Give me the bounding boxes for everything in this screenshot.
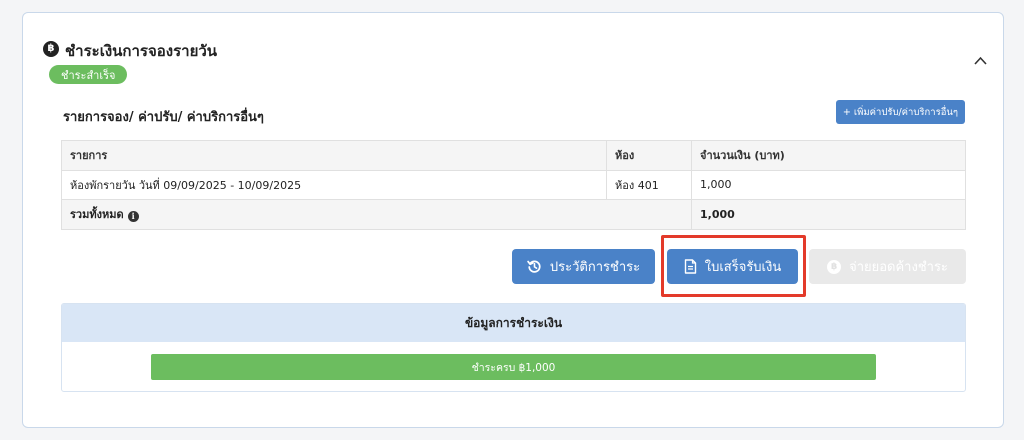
fees-section-title: รายการจอง/ ค่าปรับ/ ค่าบริการอื่นๆ <box>63 110 264 125</box>
table-row: ห้องพักรายวัน วันที่ 09/09/2025 - 10/09/… <box>61 169 966 200</box>
column-header-amount: จำนวนเงิน (บาท) <box>691 140 966 171</box>
receipt-button[interactable]: ใบเสร็จรับเงิน <box>667 249 798 284</box>
collapse-chevron-up-icon[interactable] <box>971 51 989 69</box>
column-header-room: ห้อง <box>606 140 692 171</box>
baht-coin-icon: ฿ <box>43 41 59 57</box>
total-amount: 1,000 <box>691 199 966 230</box>
payment-info-panel: ข้อมูลการชำระเงิน ชำระครบ ฿1,000 <box>61 303 966 392</box>
status-badge: ชำระสำเร็จ <box>49 65 128 84</box>
document-icon <box>684 259 696 274</box>
baht-coin-icon: ฿ <box>827 259 842 274</box>
receipt-label: ใบเสร็จรับเงิน <box>704 260 782 275</box>
row-item: ห้องพักรายวัน วันที่ 09/09/2025 - 10/09/… <box>61 169 607 200</box>
total-label-cell: รวมทั้งหมด i <box>61 199 692 230</box>
total-label: รวมทั้งหมด <box>70 208 124 222</box>
payment-card: ฿ ชำระเงินการจองรายวัน ชำระสำเร็จ รายการ… <box>22 12 1004 428</box>
payment-history-button[interactable]: ประวัติการชำระ <box>512 249 655 284</box>
payment-history-label: ประวัติการชำระ <box>549 260 641 275</box>
paid-status-bar: ชำระครบ ฿1,000 <box>151 354 876 380</box>
row-amount: 1,000 <box>691 169 966 200</box>
pay-outstanding-label: จ่ายยอดค้างชำระ <box>849 260 948 275</box>
info-icon[interactable]: i <box>127 210 139 222</box>
column-header-item: รายการ <box>61 140 607 171</box>
fee-table: รายการ ห้อง จำนวนเงิน (บาท) ห้องพักรายวั… <box>61 140 966 230</box>
total-row: รวมทั้งหมด i 1,000 <box>61 199 966 230</box>
table-header-row: รายการ ห้อง จำนวนเงิน (บาท) <box>61 140 966 171</box>
card-title: ชำระเงินการจองรายวัน <box>65 42 218 60</box>
pay-outstanding-button[interactable]: ฿ จ่ายยอดค้างชำระ <box>809 249 966 284</box>
history-icon <box>527 260 541 273</box>
row-room: ห้อง 401 <box>606 169 692 200</box>
add-fee-button[interactable]: + เพิ่มค่าปรับ/ค่าบริการอื่นๆ <box>835 100 965 124</box>
payment-info-header: ข้อมูลการชำระเงิน <box>62 304 965 342</box>
